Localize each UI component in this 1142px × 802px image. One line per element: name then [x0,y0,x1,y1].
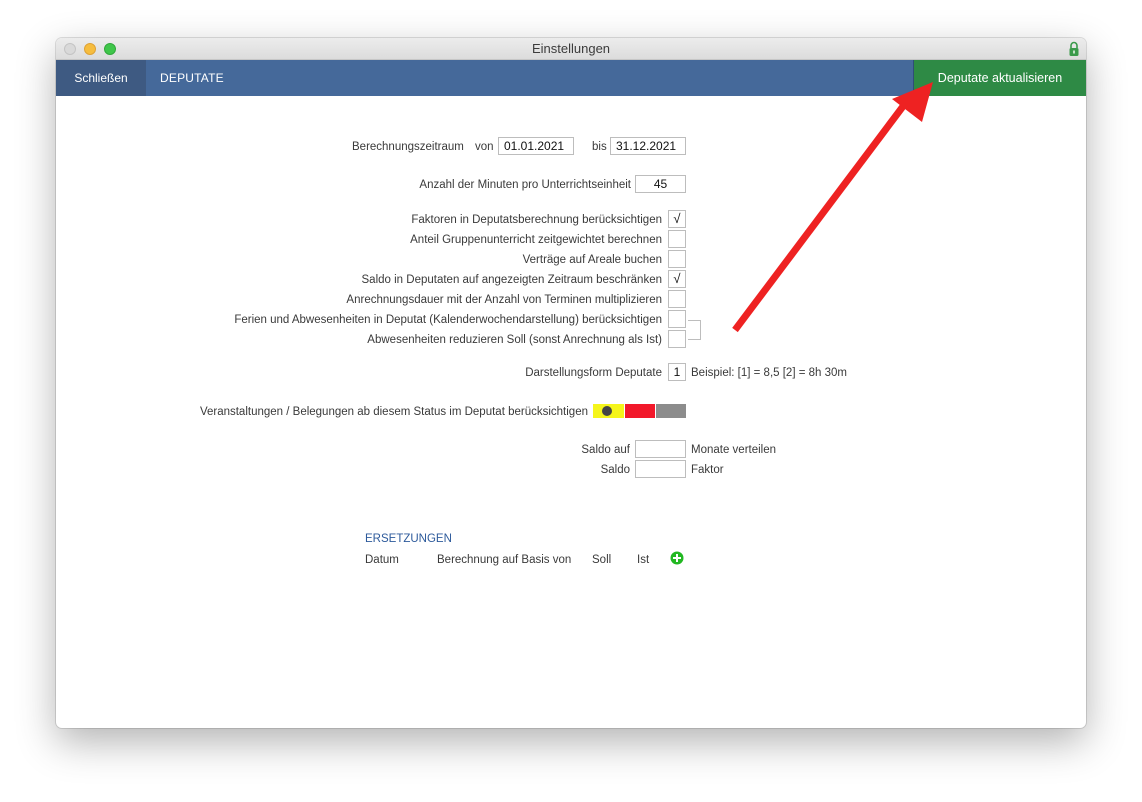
display-label: Darstellungsform Deputate [525,367,662,379]
saldo-auf-suffix: Monate verteilen [691,444,777,456]
title-bar: Einstellungen [56,38,1086,60]
saldo-label: Saldo [600,464,630,476]
checkbox-faktoren[interactable]: √ [668,210,686,228]
period-from-label: von [475,141,494,153]
checkbox-group-bracket [688,320,701,340]
checkbox-label-saldo-zeitraum: Saldo in Deputaten auf angezeigten Zeitr… [361,274,662,286]
minutes-label: Anzahl der Minuten pro Unterrichtseinhei… [419,179,631,191]
settings-window: Einstellungen Schließen DEPUTATE Deputat… [56,38,1086,728]
checkbox-abwesenheiten[interactable] [668,330,686,348]
checkbox-saldo-zeitraum[interactable]: √ [668,270,686,288]
checkbox-gruppenunterricht[interactable] [668,230,686,248]
checkbox-anrechnungsdauer[interactable] [668,290,686,308]
window-title: Einstellungen [531,41,611,56]
ersetzungen-title: ERSETZUNGEN [365,533,452,545]
column-datum: Datum [365,554,399,566]
status-label: Veranstaltungen / Belegungen ab diesem S… [199,406,588,418]
checkbox-label-gruppenunterricht: Anteil Gruppenunterricht zeitgewichtet b… [410,234,662,246]
checkbox-label-anrechnungsdauer: Anrechnungsdauer mit der Anzahl von Term… [346,294,662,306]
add-replacement-icon[interactable] [670,551,684,565]
close-button[interactable]: Schließen [56,60,146,96]
checkbox-label-ferien: Ferien und Abwesenheiten in Deputat (Kal… [234,314,662,326]
checkbox-label-areale: Verträge auf Areale buchen [522,254,662,266]
saldo-auf-label: Saldo auf [581,444,630,456]
saldo-auf-field[interactable] [635,440,686,458]
saldo-field[interactable] [635,460,686,478]
status-swatch-red[interactable] [625,404,655,418]
lock-icon [1069,41,1079,56]
period-to-field[interactable]: 31.12.2021 [610,137,686,155]
status-swatch-gray[interactable] [656,404,686,418]
period-from-field[interactable]: 01.01.2021 [498,137,574,155]
column-berechnung: Berechnung auf Basis von [437,554,572,566]
display-example: Beispiel: [1] = 8,5 [2] = 8h 30m [691,367,847,379]
settings-form: Berechnungszeitraum von 01.01.2021 bis 3… [56,96,1086,728]
toolbar: Schließen DEPUTATE Deputate aktualisiere… [56,60,1086,96]
display-field[interactable]: 1 [668,363,686,381]
period-label: Berechnungszeitraum [352,141,464,153]
column-ist: Ist [637,554,650,566]
status-selected-icon [602,406,612,416]
checkbox-label-faktoren: Faktoren in Deputatsberechnung berücksic… [411,214,662,226]
column-soll: Soll [592,554,612,566]
checkbox-areale[interactable] [668,250,686,268]
update-deputate-button[interactable]: Deputate aktualisieren [914,60,1086,96]
saldo-suffix: Faktor [691,464,724,476]
status-swatch-yellow[interactable] [593,404,624,418]
checkbox-ferien[interactable] [668,310,686,328]
minutes-field[interactable]: 45 [635,175,686,193]
tab-deputate[interactable]: DEPUTATE [160,60,224,96]
period-to-label: bis [592,141,607,153]
checkbox-label-abwesenheiten: Abwesenheiten reduzieren Soll (sonst Anr… [367,334,662,346]
